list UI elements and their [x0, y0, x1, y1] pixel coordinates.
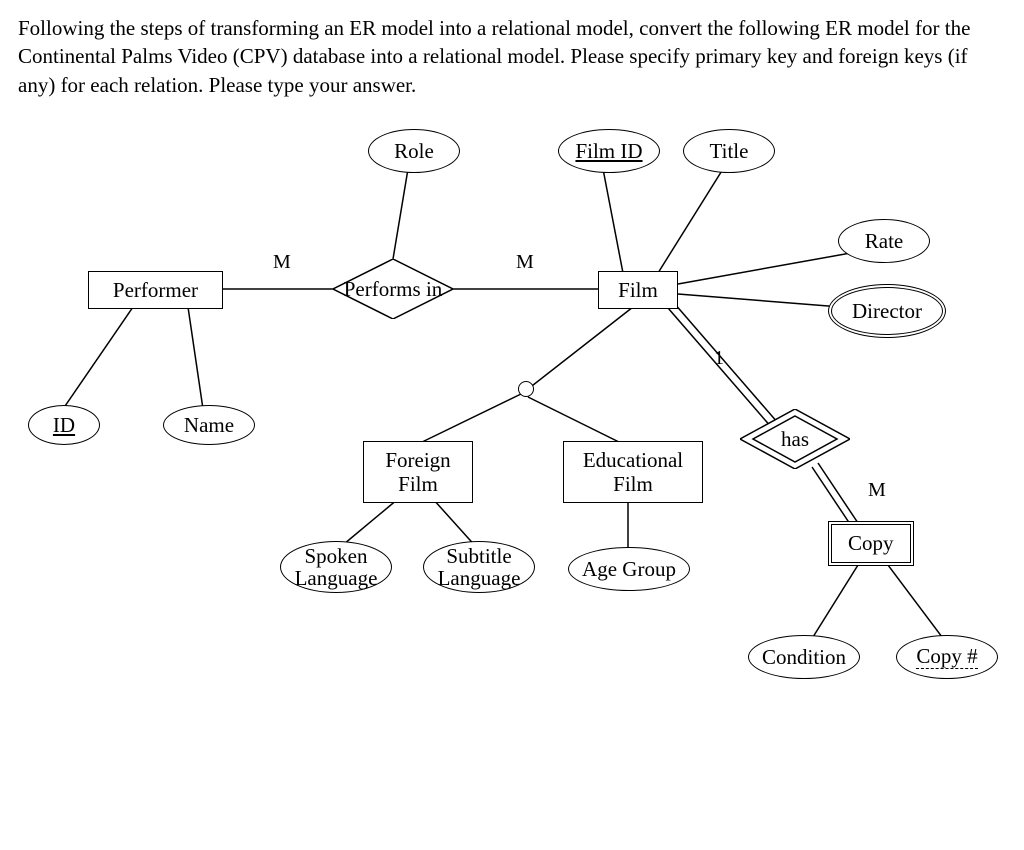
attribute-spoken-language: SpokenLanguage: [280, 541, 392, 593]
attribute-label: ID: [53, 414, 75, 436]
attribute-director: Director: [828, 284, 946, 338]
attribute-condition: Condition: [748, 635, 860, 679]
er-diagram: Role Film ID Title Rate Director Perform…: [18, 109, 1006, 789]
cardinality-film-m: M: [516, 251, 534, 274]
attribute-role: Role: [368, 129, 460, 173]
attribute-label: Name: [184, 414, 234, 436]
entity-label: Copy: [848, 531, 894, 555]
cardinality-film-1: 1: [714, 347, 724, 370]
entity-label-l2: Film: [613, 472, 653, 496]
attribute-label: Title: [710, 140, 749, 162]
entity-label-l2: Film: [398, 472, 438, 496]
entity-copy: Copy: [828, 521, 914, 566]
attribute-label: Film ID: [575, 140, 642, 162]
entity-foreign-film: Foreign Film: [363, 441, 473, 503]
entity-film: Film: [598, 271, 678, 309]
attribute-rate: Rate: [838, 219, 930, 263]
entity-label: Film: [618, 278, 658, 302]
entity-educational-film: Educational Film: [563, 441, 703, 503]
attribute-id: ID: [28, 405, 100, 445]
entity-label-l1: Foreign: [385, 448, 450, 472]
attribute-label: Copy #: [916, 645, 977, 669]
cardinality-performer-m: M: [273, 251, 291, 274]
attribute-age-group: Age Group: [568, 547, 690, 591]
relationship-label: has: [781, 427, 809, 452]
attribute-label: SubtitleLanguage: [438, 545, 521, 589]
attribute-label: Rate: [865, 230, 903, 252]
entity-label-l1: Educational: [583, 448, 683, 472]
attribute-subtitle-language: SubtitleLanguage: [423, 541, 535, 593]
question-text: Following the steps of transforming an E…: [18, 14, 1006, 99]
attribute-title: Title: [683, 129, 775, 173]
entity-performer: Performer: [88, 271, 223, 309]
cardinality-copy-m: M: [868, 479, 886, 502]
isa-circle-icon: [518, 381, 534, 397]
attribute-label: SpokenLanguage: [295, 545, 378, 589]
attribute-label: Role: [394, 140, 434, 162]
attribute-label: Age Group: [582, 558, 676, 580]
attribute-label: Condition: [762, 646, 846, 668]
attribute-name: Name: [163, 405, 255, 445]
attribute-copy-number: Copy #: [896, 635, 998, 679]
relationship-has: has: [740, 409, 850, 469]
relationship-label: Performs in: [344, 277, 443, 302]
relationship-performs-in: Performs in: [333, 259, 453, 319]
attribute-label: Director: [852, 300, 922, 322]
entity-label: Performer: [113, 278, 198, 302]
attribute-film-id: Film ID: [558, 129, 660, 173]
